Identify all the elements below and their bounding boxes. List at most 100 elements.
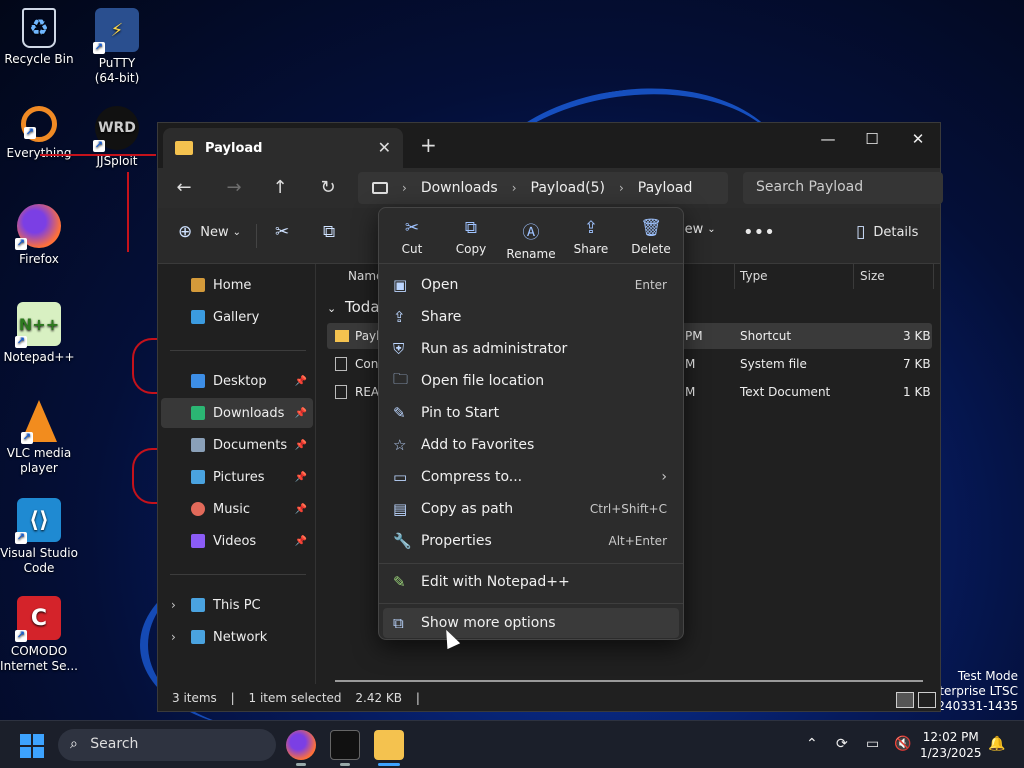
text-file-icon: [335, 385, 347, 399]
sidebar-item-this-pc[interactable]: › This PC: [161, 590, 313, 620]
new-tab-button[interactable]: +: [420, 133, 437, 157]
sidebar-item-label: Downloads: [213, 405, 285, 421]
breadcrumb-downloads[interactable]: Downloads: [421, 180, 498, 196]
desktop-icon-jjsploit[interactable]: WRD ↗ JJSploit: [78, 106, 156, 169]
menu-item-properties[interactable]: 🔧 Properties Alt+Enter: [383, 526, 679, 556]
delete-action-button[interactable]: 🗑 Delete: [623, 218, 679, 256]
desktop-icon-comodo[interactable]: C ↗ COMODO Internet Se...: [0, 596, 78, 674]
tiles-view-button[interactable]: [918, 692, 936, 708]
close-tab-icon[interactable]: ✕: [378, 138, 391, 157]
status-divider: |: [415, 691, 420, 705]
putty-icon: ⚡ ↗: [93, 8, 139, 54]
forward-button[interactable]: →: [220, 175, 248, 201]
details-pane-icon: ▯: [856, 222, 866, 242]
documents-icon: [191, 438, 205, 452]
menu-item-edit-with-notepadpp[interactable]: ✎ Edit with Notepad++: [383, 567, 679, 597]
taskbar-terminal[interactable]: [330, 730, 360, 760]
menu-item-open[interactable]: ▣ Open Enter: [383, 270, 679, 300]
breadcrumb-payload-5[interactable]: Payload(5): [531, 180, 605, 196]
start-button[interactable]: [20, 734, 44, 758]
horizontal-scrollbar[interactable]: [335, 680, 923, 682]
search-icon: ⌕: [70, 736, 78, 752]
chevron-right-icon: ›: [618, 181, 624, 195]
desktop-icon-everything[interactable]: ↗ Everything: [0, 106, 78, 161]
pin-icon[interactable]: 📌: [295, 472, 307, 483]
desktop-icon-firefox[interactable]: ↗ Firefox: [0, 204, 78, 267]
menu-item-show-more-options[interactable]: ⧉ Show more options: [383, 608, 679, 638]
network-status-icon[interactable]: ▭: [866, 736, 879, 752]
column-divider[interactable]: [853, 264, 854, 289]
tab-payload[interactable]: Payload ✕: [163, 128, 403, 168]
minimize-button[interactable]: —: [806, 126, 850, 152]
column-divider[interactable]: [734, 264, 735, 289]
sidebar-item-network[interactable]: › Network: [161, 622, 313, 652]
title-bar: Payload ✕ + — ☐ ✕: [158, 123, 940, 168]
menu-separator: [379, 563, 683, 564]
pin-icon[interactable]: 📌: [295, 504, 307, 515]
pin-icon[interactable]: 📌: [295, 440, 307, 451]
view-button[interactable]: iew ⌄: [681, 222, 716, 237]
back-button[interactable]: ←: [170, 175, 198, 201]
pin-icon[interactable]: 📌: [295, 536, 307, 547]
column-header-type[interactable]: Type: [740, 269, 768, 283]
taskbar-search[interactable]: ⌕ Search: [58, 729, 276, 761]
close-window-button[interactable]: ✕: [896, 126, 940, 152]
cut-action-button[interactable]: ✂ Cut: [384, 218, 440, 256]
menu-item-add-to-favorites[interactable]: ☆ Add to Favorites: [383, 430, 679, 460]
taskbar-file-explorer[interactable]: [374, 730, 404, 760]
notification-bell-icon[interactable]: 🔔: [988, 736, 1005, 752]
rename-action-button[interactable]: Ⓐ Rename: [503, 218, 559, 261]
copy-action-button[interactable]: ⧉ Copy: [443, 218, 499, 256]
taskbar-clock[interactable]: 12:02 PM 1/23/2025: [920, 729, 982, 761]
volume-muted-icon[interactable]: 🔇: [894, 736, 911, 752]
column-header-size[interactable]: Size: [860, 269, 885, 283]
desktop-icon-putty[interactable]: ⚡ ↗ PuTTY (64-bit): [78, 8, 156, 86]
up-button[interactable]: ↑: [266, 175, 294, 201]
details-button[interactable]: ▯ Details: [856, 222, 918, 242]
chevron-up-icon[interactable]: ⌃: [806, 736, 818, 752]
desktop-icon-label: PuTTY (64-bit): [94, 56, 140, 85]
sidebar-item-music[interactable]: Music 📌: [161, 494, 313, 524]
share-action-button[interactable]: ⇪ Share: [563, 218, 619, 256]
menu-item-share[interactable]: ⇪ Share: [383, 302, 679, 332]
copy-button[interactable]: ⧉: [323, 222, 343, 242]
sidebar-item-downloads[interactable]: Downloads 📌: [161, 398, 313, 428]
context-menu: ✂ Cut ⧉ Copy Ⓐ Rename ⇪ Share 🗑 Delete ▣…: [378, 207, 684, 640]
sidebar-item-videos[interactable]: Videos 📌: [161, 526, 313, 556]
sidebar-item-desktop[interactable]: Desktop 📌: [161, 366, 313, 396]
desktop-icon-notepadpp[interactable]: N++ ↗ Notepad++: [0, 302, 78, 365]
address-bar[interactable]: › Downloads › Payload(5) › Payload: [358, 172, 728, 204]
new-button[interactable]: ⊕ New ⌄: [178, 222, 241, 242]
more-button[interactable]: •••: [743, 222, 775, 243]
desktop-icon-vscode[interactable]: ⟨⟩ ↗ Visual Studio Code: [0, 498, 78, 576]
sidebar-item-home[interactable]: Home: [161, 270, 313, 300]
chevron-right-icon[interactable]: ›: [171, 630, 176, 644]
desktop-icon-label: Everything: [6, 146, 72, 160]
pin-icon[interactable]: 📌: [295, 408, 307, 419]
sidebar-item-gallery[interactable]: Gallery: [161, 302, 313, 332]
minimize-icon: —: [820, 130, 836, 148]
menu-item-compress-to[interactable]: ▭ Compress to... ›: [383, 462, 679, 492]
column-divider[interactable]: [933, 264, 934, 289]
menu-item-run-as-administrator[interactable]: ⛨ Run as administrator: [383, 334, 679, 364]
taskbar-firefox[interactable]: [286, 730, 316, 760]
menu-item-pin-to-start[interactable]: ✎ Pin to Start: [383, 398, 679, 428]
search-input[interactable]: Search Payload: [743, 172, 943, 204]
sidebar-item-pictures[interactable]: Pictures 📌: [161, 462, 313, 492]
maximize-button[interactable]: ☐: [850, 126, 894, 152]
desktop-icon-recycle-bin[interactable]: ♻ Recycle Bin: [0, 8, 78, 67]
sync-icon[interactable]: ⟳: [836, 736, 848, 752]
chevron-right-icon[interactable]: ›: [171, 598, 176, 612]
cut-button[interactable]: ✂: [275, 222, 297, 242]
active-indicator: [378, 763, 400, 766]
view-button-label: iew: [681, 222, 704, 237]
pin-icon[interactable]: 📌: [295, 376, 307, 387]
refresh-button[interactable]: ↻: [314, 175, 342, 201]
sidebar-item-documents[interactable]: Documents 📌: [161, 430, 313, 460]
details-view-button[interactable]: [896, 692, 914, 708]
network-icon: [191, 630, 205, 644]
desktop-icon-vlc[interactable]: ↗ VLC media player: [0, 400, 78, 476]
menu-item-open-file-location[interactable]: 🗀 Open file location: [383, 366, 679, 396]
breadcrumb-payload[interactable]: Payload: [638, 180, 693, 196]
menu-item-copy-as-path[interactable]: ▤ Copy as path Ctrl+Shift+C: [383, 494, 679, 524]
